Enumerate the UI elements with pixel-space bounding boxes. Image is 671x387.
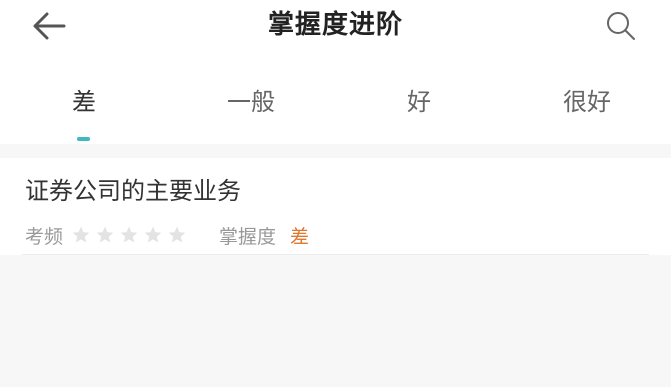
tab-very-good[interactable]: 很好 [503, 56, 671, 144]
tab-good[interactable]: 好 [335, 56, 503, 144]
frequency-stars [71, 225, 191, 245]
header-bar: 掌握度进阶 [0, 0, 671, 56]
frequency-label: 考频 [25, 225, 64, 248]
search-button[interactable] [600, 6, 642, 46]
search-icon [607, 12, 635, 40]
item-meta: 考频 掌握度 差 [25, 220, 309, 250]
star-icon [120, 226, 138, 243]
tab-label: 好 [407, 88, 431, 116]
tab-poor[interactable]: 差 [0, 56, 168, 144]
page-title: 掌握度进阶 [267, 10, 403, 40]
divider [22, 254, 649, 255]
back-button[interactable] [28, 8, 70, 44]
tab-label: 差 [72, 88, 96, 116]
mastery-value: 差 [290, 225, 310, 248]
tab-label: 一般 [227, 88, 275, 116]
star-icon [168, 226, 186, 243]
tab-bar: 差 一般 好 很好 [0, 56, 671, 144]
star-icon [96, 226, 114, 243]
active-tab-indicator [77, 137, 90, 141]
mastery-label: 掌握度 [219, 225, 277, 248]
item-title: 证券公司的主要业务 [25, 177, 241, 205]
app-screen: 掌握度进阶 差 一般 好 很好 证券公司的主要业务 考频 掌握度 差 [0, 0, 671, 387]
arrow-left-icon [33, 12, 66, 40]
tab-average[interactable]: 一般 [167, 56, 335, 144]
star-icon [72, 226, 90, 243]
list-item[interactable]: 证券公司的主要业务 考频 掌握度 差 [0, 158, 671, 255]
star-icon [144, 226, 162, 243]
tab-label: 很好 [563, 88, 611, 116]
